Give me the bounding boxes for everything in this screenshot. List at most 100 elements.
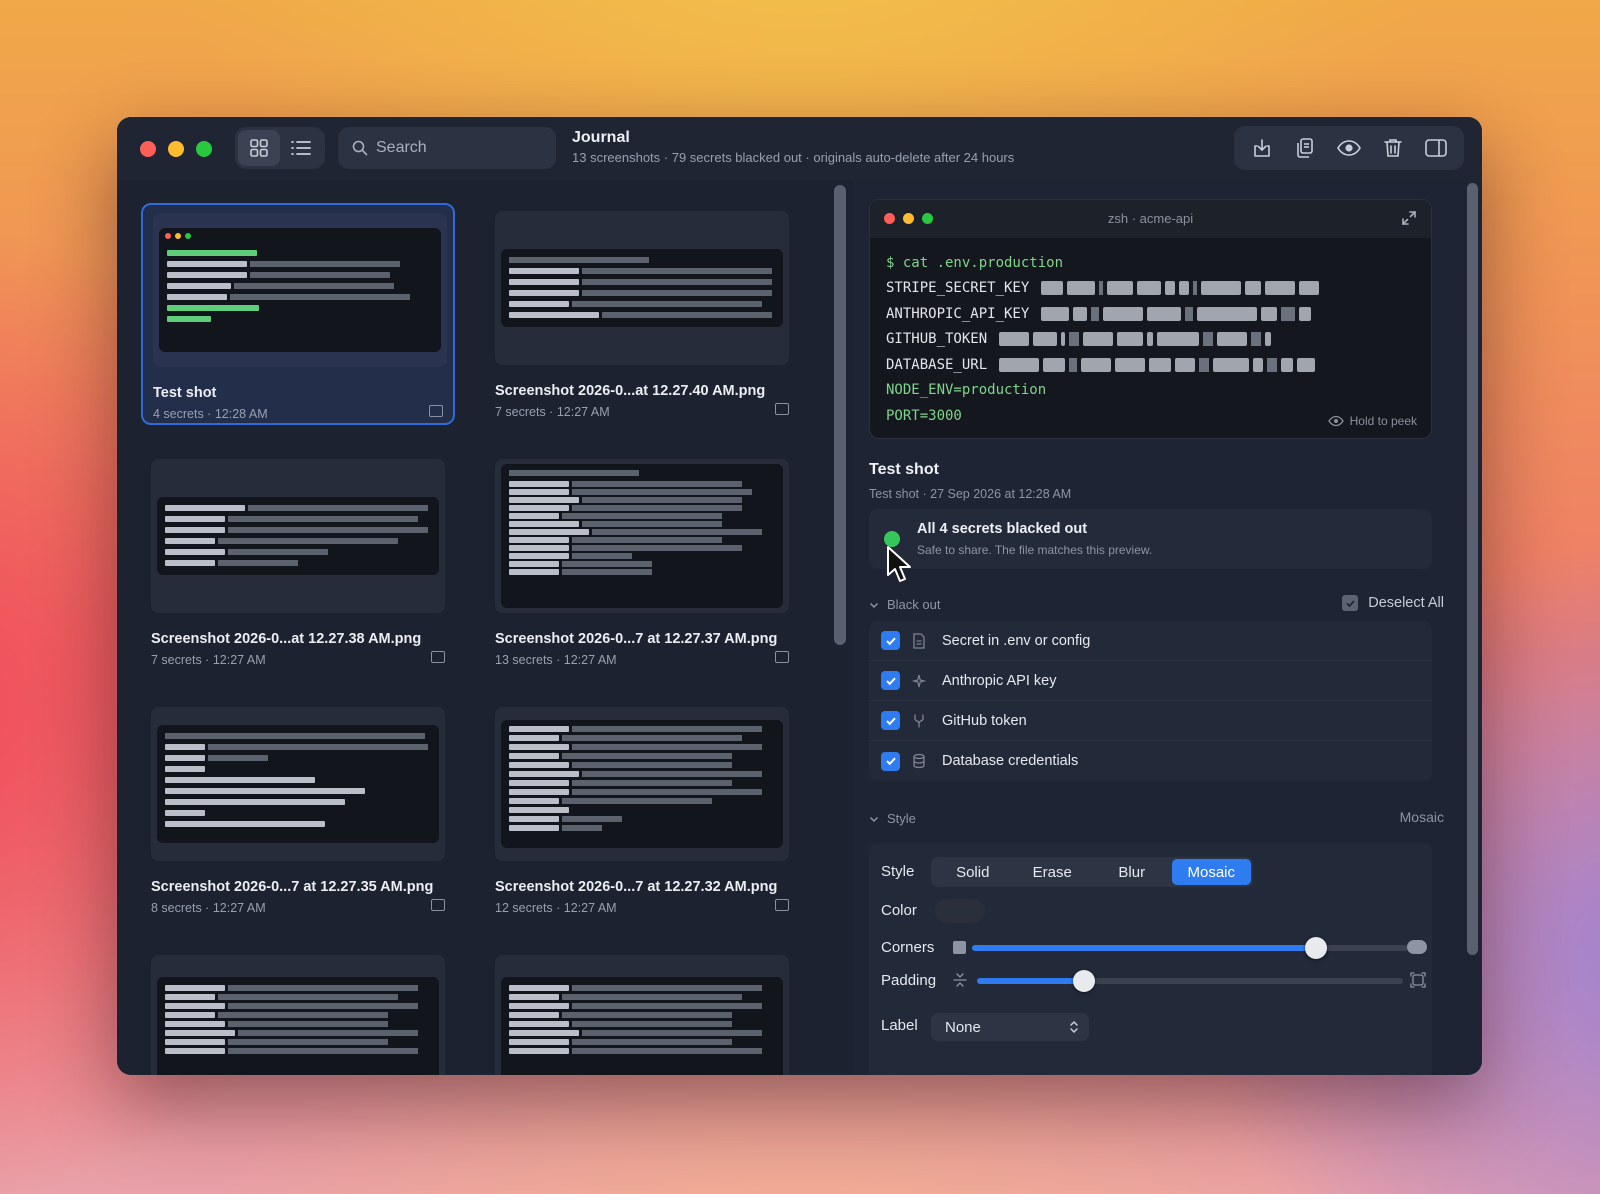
style-header-label: Style <box>887 811 916 826</box>
close-window-button[interactable] <box>140 141 156 157</box>
env-key: GITHUB_TOKEN <box>886 331 988 348</box>
blackout-item[interactable]: Secret in .env or config <box>869 621 1432 661</box>
deselect-all-button[interactable]: Deselect All <box>1342 595 1444 611</box>
screenshot-card[interactable] <box>141 947 455 1075</box>
blackout-item[interactable]: Database credentials <box>869 741 1432 781</box>
checkbox[interactable] <box>881 751 900 771</box>
style-option-erase[interactable]: Erase <box>1013 859 1093 885</box>
checkbox[interactable] <box>881 711 900 730</box>
blackout-item-label: Database credentials <box>942 753 1079 769</box>
square-corner-icon <box>953 941 966 954</box>
corners-slider-knob[interactable] <box>1305 937 1328 959</box>
redacted-value <box>1041 306 1312 321</box>
redacted-value <box>999 332 1272 347</box>
screenshot-card[interactable]: Screenshot 2026-0...7 at 12.27.37 AM.png… <box>485 451 799 673</box>
color-label: Color <box>881 902 917 919</box>
search-field[interactable] <box>338 127 556 169</box>
corners-slider[interactable] <box>972 937 1408 959</box>
screenshot-card[interactable]: Screenshot 2026-0...at 12.27.38 AM.png 7… <box>141 451 455 673</box>
image-icon <box>775 403 789 415</box>
thumbnail <box>151 707 445 861</box>
toggle-sidebar-button[interactable] <box>1418 131 1454 165</box>
env-line: NODE_ENV=production <box>886 382 1047 399</box>
card-meta: 7 secrets · 12:27 AM <box>495 405 610 419</box>
screenshot-grid: Test shot 4 secrets · 12:28 AM Screensho… <box>117 181 834 1075</box>
thumbnail <box>495 707 789 861</box>
preview-toggle-button[interactable] <box>1331 131 1367 165</box>
blackout-list: Secret in .env or config Anthropic API k… <box>869 621 1432 781</box>
blackout-section-header[interactable]: Black out <box>869 597 940 612</box>
thumbnail <box>495 459 789 613</box>
image-icon <box>431 651 445 663</box>
screenshot-card[interactable] <box>485 947 799 1075</box>
blackout-item[interactable]: GitHub token <box>869 701 1432 741</box>
mouse-cursor-icon <box>887 546 911 582</box>
thumbnail <box>151 955 445 1075</box>
card-meta: 12 secrets · 12:27 AM <box>495 901 617 915</box>
padding-large-icon <box>1410 972 1426 988</box>
traffic-lights <box>140 141 212 157</box>
minimize-window-button[interactable] <box>168 141 184 157</box>
preview-terminal-title: zsh · acme-api <box>1107 211 1194 226</box>
thumbnail <box>495 211 789 365</box>
expand-icon <box>1402 211 1416 225</box>
list-icon <box>291 141 311 155</box>
padding-small-icon <box>953 973 967 987</box>
thumbnail <box>153 213 447 367</box>
image-icon <box>775 651 789 663</box>
expand-button[interactable] <box>1401 210 1417 231</box>
blackout-item-label: Anthropic API key <box>942 672 1057 689</box>
color-swatch[interactable] <box>935 899 985 923</box>
zoom-window-button[interactable] <box>196 141 212 157</box>
blackout-item-label: GitHub token <box>942 712 1027 729</box>
view-toggle <box>235 127 325 169</box>
grid-scrollbar[interactable] <box>834 185 846 645</box>
grid-icon <box>250 139 268 157</box>
search-icon <box>352 140 368 156</box>
screenshot-card[interactable]: Screenshot 2026-0...7 at 12.27.35 AM.png… <box>141 699 455 921</box>
style-label: Style <box>881 863 915 880</box>
padding-slider-knob[interactable] <box>1072 970 1095 992</box>
style-section-header[interactable]: Style <box>869 811 916 826</box>
screenshot-card[interactable]: Screenshot 2026-0...7 at 12.27.32 AM.png… <box>485 699 799 921</box>
hold-to-peek[interactable]: Hold to peek <box>1327 414 1417 428</box>
env-key: STRIPE_SECRET_KEY <box>886 280 1030 297</box>
label-select[interactable]: None <box>931 1013 1089 1041</box>
detail-scrollbar[interactable] <box>1467 183 1478 955</box>
grid-view-button[interactable] <box>238 130 280 166</box>
copy-icon <box>1297 138 1314 158</box>
card-meta: 4 secrets · 12:28 AM <box>153 407 268 421</box>
copy-button[interactable] <box>1287 131 1323 165</box>
status-description: Safe to share. The file matches this pre… <box>917 543 1153 557</box>
padding-slider[interactable] <box>977 970 1403 992</box>
card-meta: 13 secrets · 12:27 AM <box>495 653 617 667</box>
label-label: Label <box>881 1017 918 1034</box>
env-key: DATABASE_URL <box>886 356 988 373</box>
style-option-mosaic[interactable]: Mosaic <box>1171 859 1251 885</box>
window-title: Journal <box>572 129 630 146</box>
branch-icon <box>914 713 924 728</box>
preview-terminal-body: $ cat .env.production STRIPE_SECRET_KEY … <box>870 238 1431 438</box>
search-input[interactable] <box>376 139 536 157</box>
download-icon <box>1253 139 1270 157</box>
app-window: Journal 13 screenshots · 79 secrets blac… <box>117 117 1482 1075</box>
blackout-header-label: Black out <box>887 597 941 612</box>
screenshot-card[interactable]: Screenshot 2026-0...at 12.27.40 AM.png 7… <box>485 203 799 425</box>
checkbox[interactable] <box>881 631 900 650</box>
detail-subtitle: Test shot · 27 Sep 2026 at 12:28 AM <box>869 487 1072 501</box>
checkbox[interactable] <box>881 671 900 690</box>
window-subtitle: 13 screenshots · 79 secrets blacked out … <box>572 150 1015 165</box>
list-view-button[interactable] <box>280 130 322 166</box>
blackout-item[interactable]: Anthropic API key <box>869 661 1432 701</box>
preview-image[interactable]: zsh · acme-api $ cat .env.production STR… <box>869 199 1432 439</box>
style-option-solid[interactable]: Solid <box>933 859 1013 885</box>
preview-titlebar: zsh · acme-api <box>870 200 1431 238</box>
status-banner: All 4 secrets blacked out Safe to share.… <box>869 509 1432 569</box>
screenshot-card[interactable]: Test shot 4 secrets · 12:28 AM <box>141 203 455 425</box>
padding-label: Padding <box>881 972 937 989</box>
delete-button[interactable] <box>1375 131 1411 165</box>
style-option-blur[interactable]: Blur <box>1092 859 1172 885</box>
corners-label: Corners <box>881 939 935 956</box>
window-title-block: Journal 13 screenshots · 79 secrets blac… <box>572 129 1014 165</box>
export-button[interactable] <box>1244 131 1280 165</box>
